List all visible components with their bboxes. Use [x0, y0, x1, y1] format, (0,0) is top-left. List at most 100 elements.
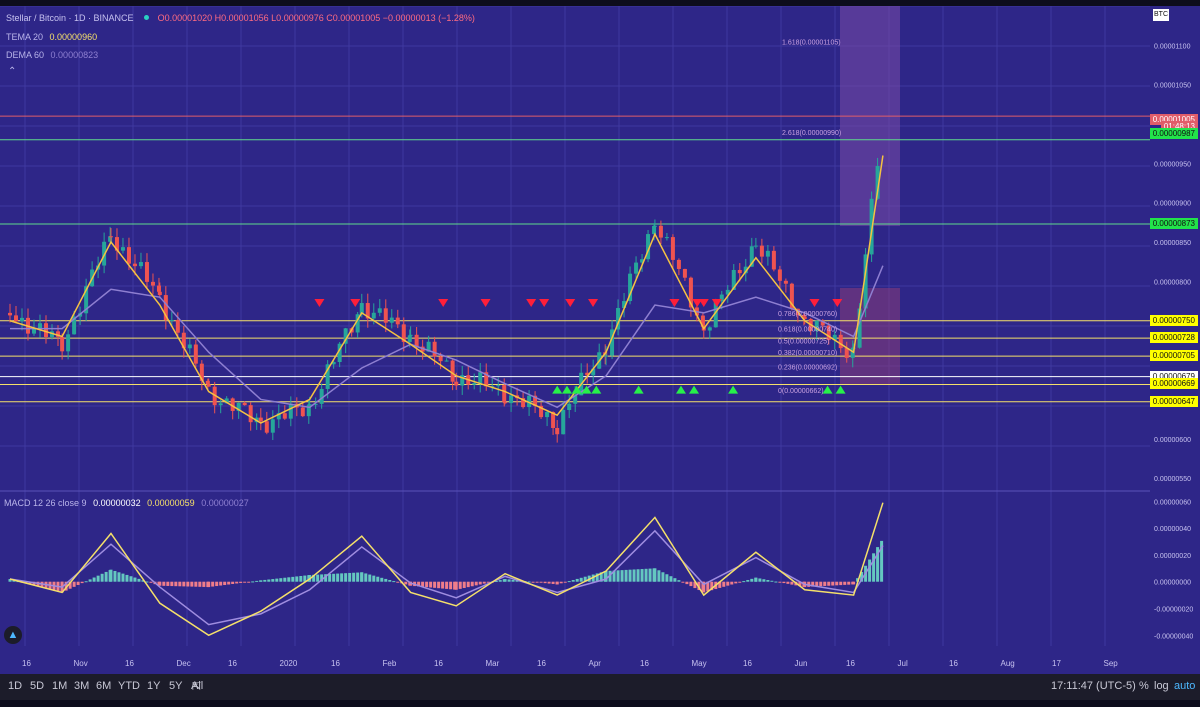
macd-histogram-bar: [437, 581, 441, 589]
time-axis[interactable]: 16 Nov 16 Dec 16 2020 16 Feb 16 Mar 16 Apr 16 May 16 Ju…: [0, 652, 1200, 674]
tradingview-logo-icon[interactable]: ▲: [4, 626, 22, 644]
price-axis-label: 0.00001050: [1154, 83, 1191, 90]
macd-value-3: 0.00000027: [201, 498, 249, 508]
auto-toggle[interactable]: auto: [1174, 680, 1195, 692]
timeframe-button[interactable]: 3M: [74, 680, 89, 692]
macd-histogram-bar: [539, 581, 543, 583]
macd-histogram-bar: [766, 579, 770, 582]
candle-body: [144, 262, 149, 282]
candle-body: [432, 341, 437, 357]
time-axis-label: 16: [22, 659, 31, 668]
date-range-icon[interactable]: ⇱: [192, 680, 201, 693]
macd-histogram-bar: [190, 581, 194, 587]
price-tag: 0.00000750: [1149, 314, 1198, 326]
candle-body: [407, 335, 412, 342]
legend-dot: [144, 15, 150, 20]
time-axis-label: Jul: [898, 659, 908, 668]
candle-body: [737, 269, 742, 274]
timeframe-button[interactable]: 6M: [96, 680, 111, 692]
macd-histogram-bar: [750, 578, 754, 582]
candle-body: [270, 419, 275, 433]
candle-body: [60, 336, 65, 352]
macd-histogram-bar: [689, 581, 693, 587]
candle-body: [561, 409, 566, 435]
price-axis[interactable]: 0.00001100 0.00001050 0.00000950 0.00000900…: [1150, 6, 1200, 652]
time-axis-label: 16: [640, 659, 649, 668]
candle-body: [496, 385, 501, 387]
macd-histogram-bar: [162, 581, 166, 586]
candle-body: [545, 412, 550, 418]
dema-value: 0.00000823: [50, 50, 99, 60]
dema-label: DEMA 60: [6, 50, 45, 60]
candle-body: [32, 328, 36, 334]
collapse-legend-icon[interactable]: ⌃: [8, 66, 16, 77]
candle-body: [377, 308, 382, 313]
candle-body: [652, 225, 657, 235]
price-chart[interactable]: 1.618(0.00001105) 2.618(0.00000990) 0.786(…: [0, 6, 1150, 652]
symbol-title: Stellar / Bitcoin · 1D · BINANCE: [6, 13, 134, 23]
macd-histogram-bar: [470, 581, 474, 587]
candle-body: [604, 355, 609, 357]
candle-body: [454, 381, 459, 386]
macd-histogram-bar: [665, 574, 669, 582]
candle-body: [438, 356, 443, 362]
timeframe-button[interactable]: YTD: [118, 680, 140, 692]
macd-histogram-bar: [441, 581, 445, 589]
macd-histogram-bar: [287, 577, 291, 582]
macd-histogram-bar: [404, 581, 408, 585]
timeframe-button[interactable]: 1D: [8, 680, 22, 692]
tema-line: [9, 155, 884, 424]
buy-arrow-icon: [689, 385, 699, 394]
time-axis-label: 16: [228, 659, 237, 668]
buy-arrow-icon: [552, 385, 563, 394]
macd-line: [9, 502, 884, 637]
macd-histogram-bar: [396, 581, 400, 583]
time-axis-label: 16: [331, 659, 340, 668]
buy-arrow-icon: [835, 385, 846, 394]
macd-histogram-bar: [231, 581, 235, 584]
candle-body: [634, 262, 639, 274]
macd-histogram-bar: [251, 581, 255, 583]
buy-arrow-icon: [728, 385, 739, 394]
timeframe-button[interactable]: 5Y: [169, 680, 182, 692]
macd-histogram-bar: [109, 569, 113, 582]
price-tag: 0.00000873: [1149, 217, 1198, 229]
macd-axis-label: 0.00000020: [1154, 553, 1191, 560]
macd-axis-label: 0.00000000: [1154, 580, 1191, 587]
macd-histogram-bar: [774, 581, 778, 583]
sell-arrow-icon: [565, 299, 576, 308]
time-axis-label: 16: [125, 659, 134, 668]
candle-body: [193, 344, 198, 364]
time-axis-label: Sep: [1104, 659, 1119, 668]
tema-legend[interactable]: TEMA 20 0.00000960: [6, 32, 97, 42]
macd-histogram-bar: [653, 568, 657, 582]
macd-histogram-bar: [478, 581, 482, 585]
fib-level-label: 0(0.00000662): [778, 388, 824, 395]
macd-histogram-bar: [782, 581, 786, 584]
timeframe-button[interactable]: 5D: [30, 680, 44, 692]
macd-histogram-bar: [372, 575, 376, 582]
percent-toggle[interactable]: %: [1139, 680, 1149, 692]
time-axis-label: Mar: [486, 659, 500, 668]
chart-canvas[interactable]: 1.618(0.00001105) 2.618(0.00000990) 0.786(…: [0, 6, 1150, 652]
macd-legend[interactable]: MACD 12 26 close 9 0.00000032 0.00000059…: [4, 498, 249, 508]
candle-body: [670, 237, 675, 260]
dema-legend[interactable]: DEMA 60 0.00000823: [6, 50, 98, 60]
macd-histogram-bar: [125, 574, 129, 582]
timeframe-button[interactable]: 1Y: [147, 680, 160, 692]
macd-histogram-bar: [279, 578, 283, 582]
macd-histogram-bar: [640, 569, 644, 582]
log-toggle[interactable]: log: [1154, 680, 1169, 692]
timeframe-button[interactable]: 1M: [52, 680, 67, 692]
macd-histogram-bar: [474, 581, 478, 586]
candle-body: [707, 327, 712, 331]
macd-histogram-bar: [681, 581, 685, 583]
clock-display[interactable]: 17:11:47 (UTC-5): [1051, 680, 1136, 692]
macd-histogram-bar: [84, 581, 88, 583]
macd-histogram-bar: [283, 577, 287, 582]
macd-histogram-bar: [648, 568, 652, 582]
price-axis-label: 0.00000950: [1154, 161, 1191, 168]
macd-histogram-bar: [644, 568, 648, 582]
price-tag: 0.00000728: [1149, 332, 1198, 344]
symbol-legend[interactable]: Stellar / Bitcoin · 1D · BINANCE O0.0000…: [6, 13, 475, 23]
